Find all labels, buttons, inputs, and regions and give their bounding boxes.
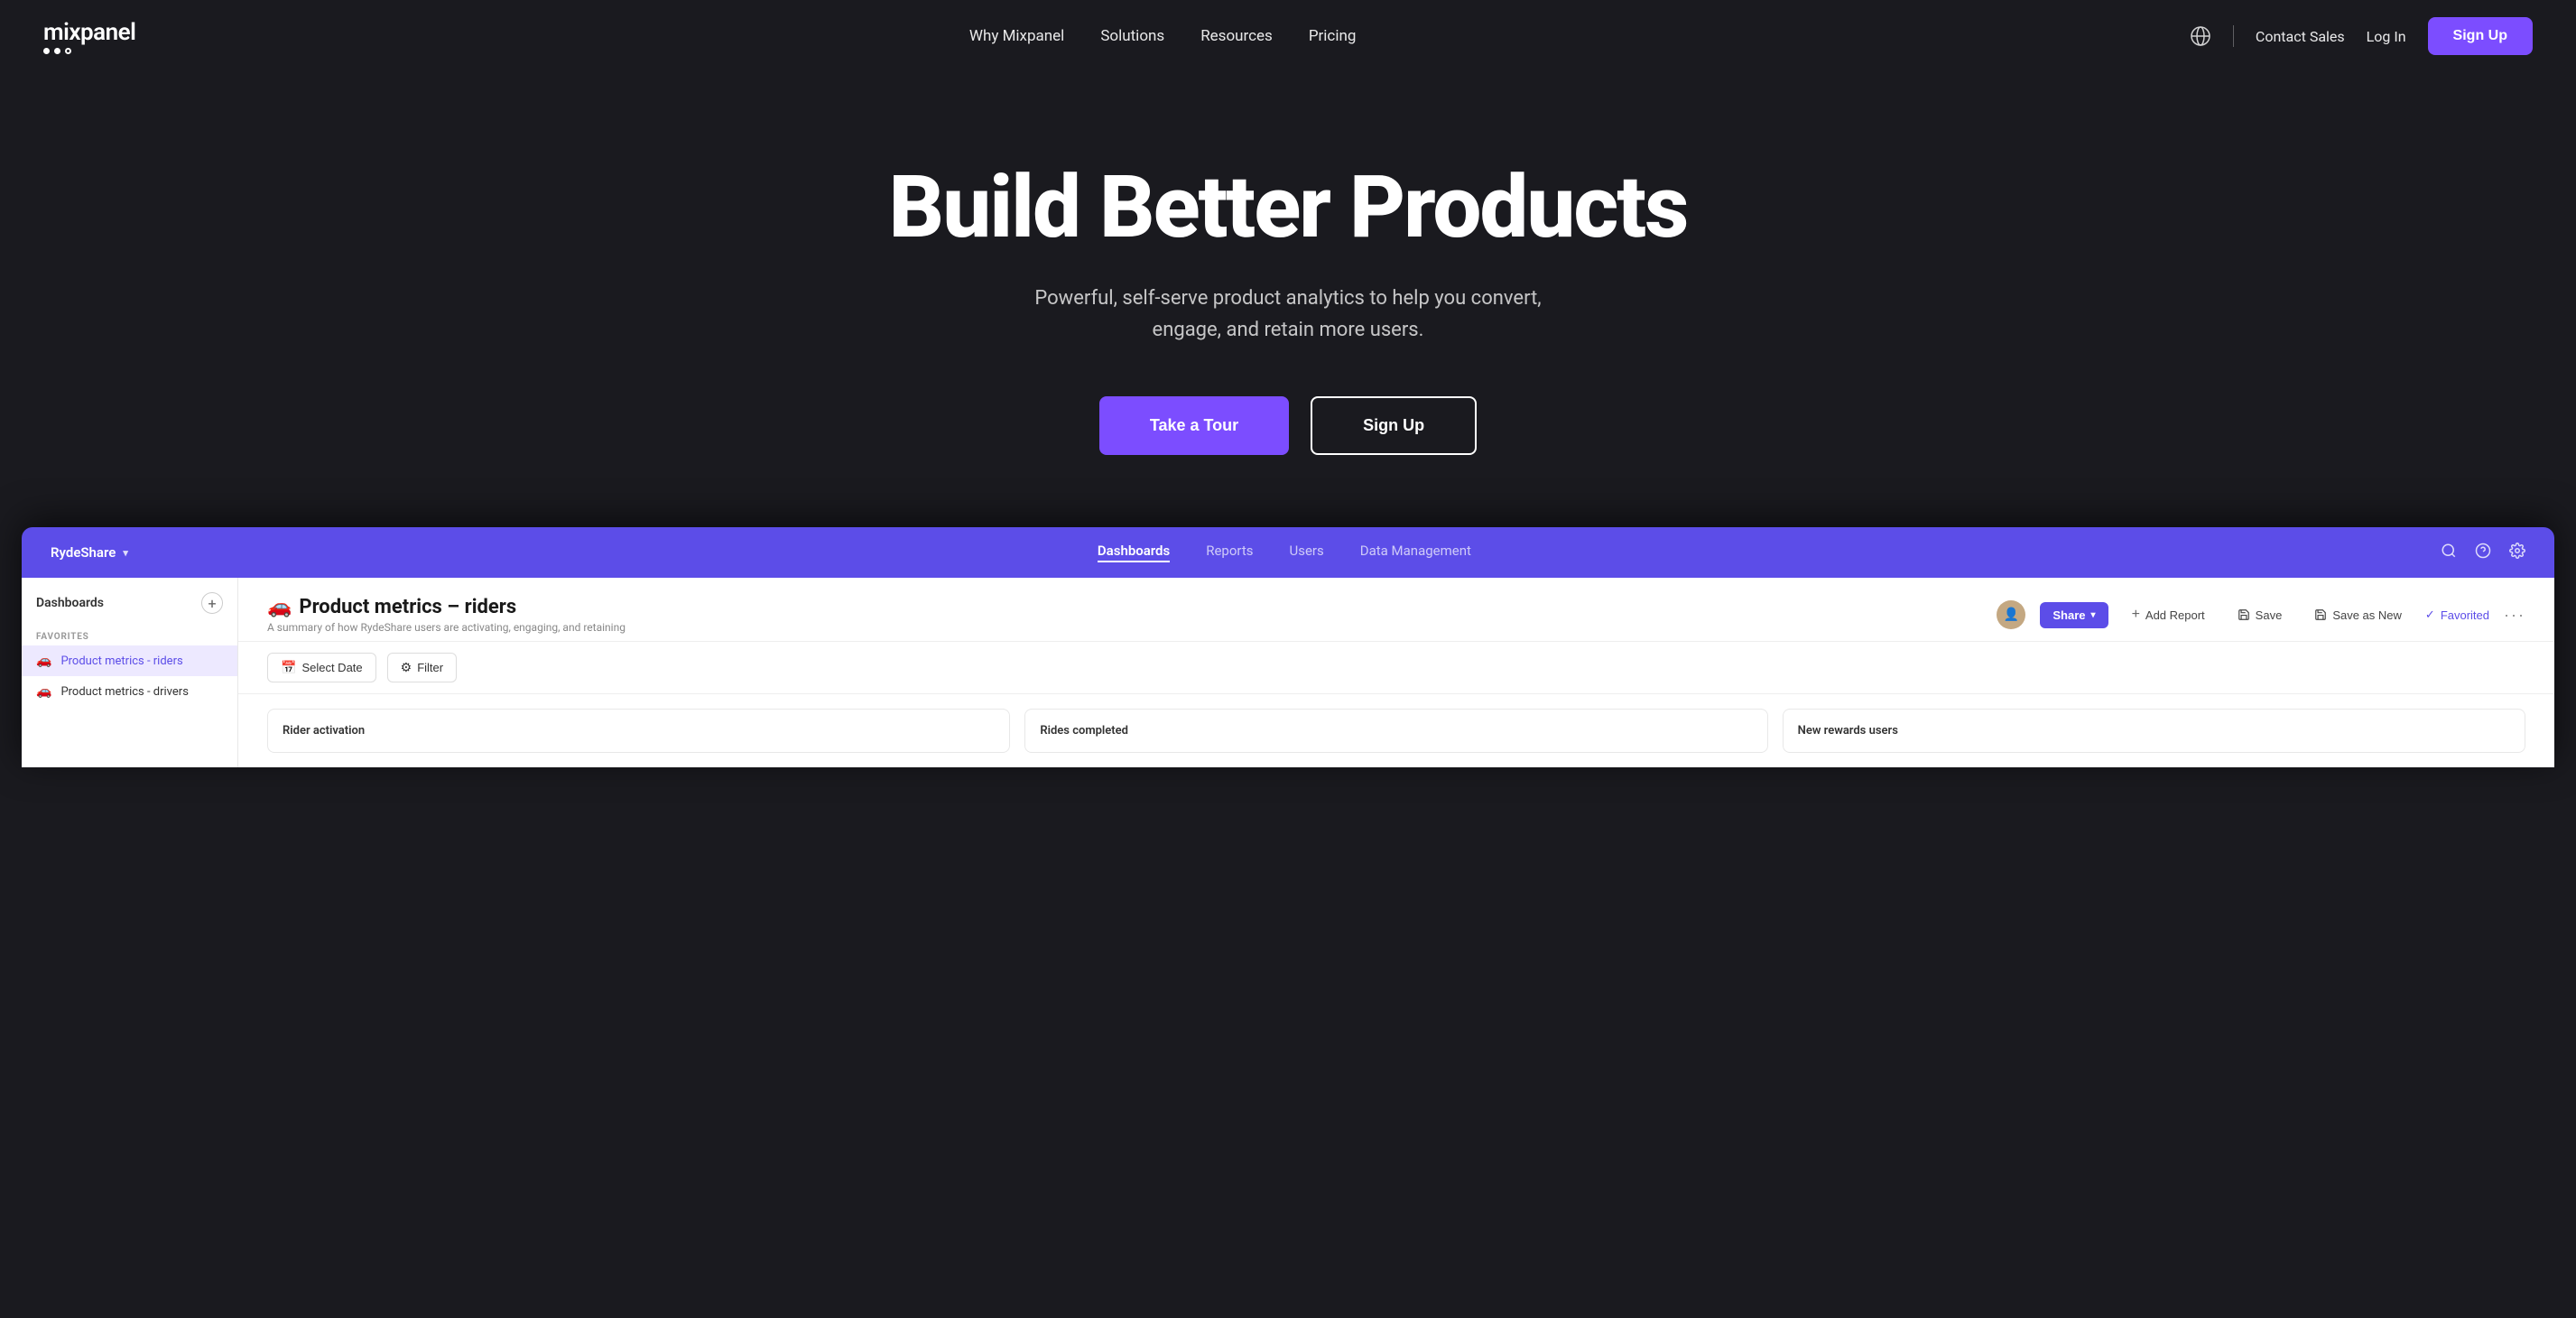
save-button[interactable]: Save [2229, 603, 2292, 627]
hero-section: Build Better Products Powerful, self-ser… [0, 72, 2576, 527]
favorited-button[interactable]: ✓ Favorited [2425, 608, 2489, 622]
nav-divider [2233, 25, 2234, 47]
sidebar-item-riders-label: Product metrics - riders [60, 654, 182, 668]
dashboard-title: 🚗 Product metrics – riders [267, 596, 625, 618]
org-switcher[interactable]: RydeShare ▾ [51, 544, 128, 561]
logo-text: mixpanel [43, 19, 135, 46]
metric-title-rides-completed: Rides completed [1040, 724, 1752, 738]
sidebar-item-drivers-label: Product metrics - drivers [60, 685, 188, 699]
share-button[interactable]: Share ▾ [2040, 602, 2108, 628]
app-nav: Dashboards Reports Users Data Management [1098, 543, 1471, 562]
filter-button[interactable]: ⚙ Filter [387, 653, 457, 682]
sidebar-section-favorites: FAVORITES [22, 625, 237, 645]
globe-icon[interactable] [2190, 25, 2211, 47]
logo-dots [43, 48, 135, 54]
sidebar-header: Dashboards + [22, 592, 237, 625]
take-tour-button[interactable]: Take a Tour [1099, 396, 1289, 455]
metric-title-rider-activation: Rider activation [283, 724, 995, 738]
hero-signup-button[interactable]: Sign Up [1311, 396, 1477, 455]
help-icon[interactable] [2475, 543, 2491, 563]
sidebar-item-drivers[interactable]: 🚗 Product metrics - drivers [22, 676, 237, 707]
nav-pricing[interactable]: Pricing [1309, 27, 1357, 45]
dashboard-title-area: 🚗 Product metrics – riders A summary of … [267, 596, 625, 634]
dashboard-emoji: 🚗 [267, 596, 292, 618]
logo-dot-2 [54, 48, 60, 54]
save-as-icon [2314, 608, 2327, 621]
hero-title: Build Better Products [43, 162, 2533, 254]
nav-solutions[interactable]: Solutions [1100, 27, 1164, 45]
app-topbar: RydeShare ▾ Dashboards Reports Users Dat… [22, 527, 2554, 578]
nav-users[interactable]: Users [1290, 543, 1324, 562]
dashboard-subtitle: A summary of how RydeShare users are act… [267, 621, 625, 634]
metric-card-rides-completed: Rides completed [1024, 709, 1767, 753]
drivers-emoji: 🚗 [36, 684, 51, 699]
metric-card-new-rewards: New rewards users [1783, 709, 2525, 753]
logo-dot-3 [65, 48, 71, 54]
nav-right: Contact Sales Log In Sign Up [2190, 17, 2533, 55]
logo-dot-1 [43, 48, 50, 54]
nav-links: Why Mixpanel Solutions Resources Pricing [969, 27, 1357, 45]
add-icon: + [2132, 607, 2140, 623]
hero-subtitle: Powerful, self-serve product analytics t… [1017, 283, 1559, 346]
sidebar-item-riders[interactable]: 🚗 Product metrics - riders [22, 645, 237, 676]
share-caret-icon: ▾ [2091, 610, 2096, 620]
dashboard-actions: 👤 Share ▾ + Add Report [1997, 600, 2525, 629]
add-report-button[interactable]: + Add Report [2123, 601, 2214, 628]
add-dashboard-button[interactable]: + [201, 592, 223, 614]
more-options-button[interactable]: ··· [2504, 606, 2525, 625]
nav-why-mixpanel[interactable]: Why Mixpanel [969, 27, 1064, 45]
dashboard-toolbar: 📅 Select Date ⚙ Filter [238, 642, 2554, 694]
sidebar: Dashboards + FAVORITES 🚗 Product metrics… [22, 578, 238, 767]
nav-resources[interactable]: Resources [1200, 27, 1273, 45]
nav-data-management[interactable]: Data Management [1360, 543, 1471, 562]
dashboard-header: 🚗 Product metrics – riders A summary of … [238, 578, 2554, 642]
filter-icon: ⚙ [401, 660, 412, 675]
app-content: Dashboards + FAVORITES 🚗 Product metrics… [22, 578, 2554, 767]
calendar-icon: 📅 [281, 660, 296, 675]
search-icon[interactable] [2441, 543, 2457, 563]
avatar: 👤 [1997, 600, 2025, 629]
org-caret-icon: ▾ [123, 547, 128, 559]
contact-sales-link[interactable]: Contact Sales [2256, 28, 2345, 45]
nav-dashboards[interactable]: Dashboards [1098, 543, 1170, 562]
settings-icon[interactable] [2509, 543, 2525, 563]
dashboard-main: 🚗 Product metrics – riders A summary of … [238, 578, 2554, 767]
sidebar-title: Dashboards [36, 596, 104, 610]
login-link[interactable]: Log In [2367, 28, 2406, 45]
signup-button[interactable]: Sign Up [2428, 17, 2533, 55]
select-date-button[interactable]: 📅 Select Date [267, 653, 376, 682]
hero-cta: Take a Tour Sign Up [43, 396, 2533, 455]
app-preview: RydeShare ▾ Dashboards Reports Users Dat… [22, 527, 2554, 767]
metric-card-rider-activation: Rider activation [267, 709, 1010, 753]
topbar-icons [2441, 543, 2525, 563]
save-as-new-button[interactable]: Save as New [2305, 603, 2411, 627]
nav-reports[interactable]: Reports [1206, 543, 1253, 562]
save-icon [2238, 608, 2250, 621]
metrics-row: Rider activation Rides completed New rew… [238, 694, 2554, 767]
main-nav: mixpanel Why Mixpanel Solutions Resource… [0, 0, 2576, 72]
logo[interactable]: mixpanel [43, 19, 135, 54]
org-name: RydeShare [51, 544, 116, 561]
riders-emoji: 🚗 [36, 654, 51, 668]
metric-title-new-rewards: New rewards users [1798, 724, 2510, 738]
